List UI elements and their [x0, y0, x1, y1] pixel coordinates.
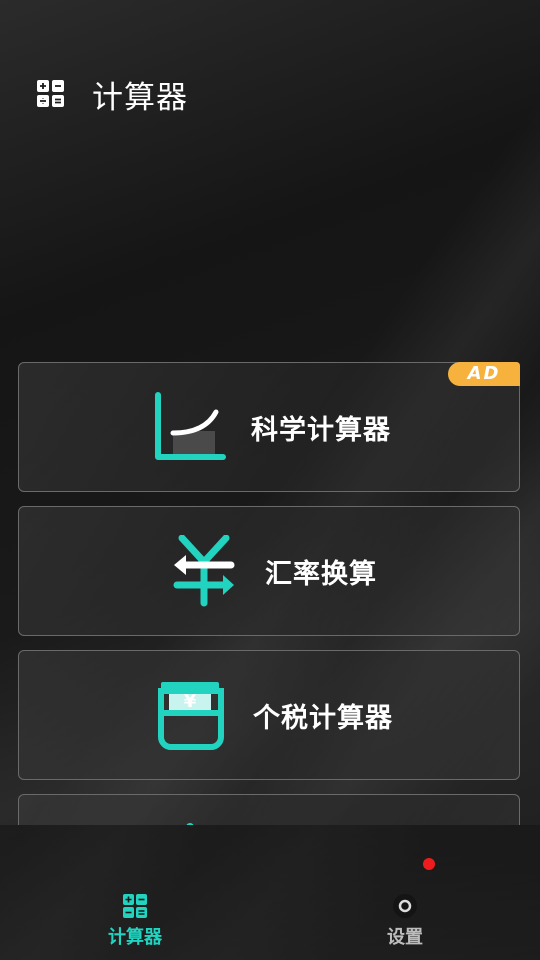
currency-exchange-icon [173, 535, 235, 607]
currency-exchange-card[interactable]: 汇率换算 [18, 506, 520, 636]
tax-calculator-card[interactable]: ¥ 个税计算器 [18, 650, 520, 780]
card-label: 个税计算器 [253, 702, 393, 734]
bottom-tab-bar: 计算器 设置 [0, 825, 540, 960]
tab-label: 计算器 [108, 927, 162, 948]
svg-text:¥: ¥ [184, 691, 197, 712]
calculator-list[interactable]: AD 科学计算器 汇率换算 ¥ 个税计算器 [18, 362, 522, 825]
card-label: 汇率换算 [265, 558, 377, 590]
tab-calculator[interactable]: 计算器 [75, 893, 195, 949]
tab-label: 设置 [387, 927, 423, 948]
tab-settings[interactable]: 设置 [345, 893, 465, 949]
card-label: 科学计算器 [251, 414, 391, 446]
scientific-calculator-card[interactable]: AD 科学计算器 [18, 362, 520, 492]
app-header: 计算器 [36, 70, 188, 118]
more-calculator-card[interactable] [18, 794, 520, 825]
calculator-grid-icon [37, 80, 64, 107]
calculator-grid-icon [123, 894, 147, 918]
notification-dot [423, 858, 435, 870]
curve-graph-icon [155, 392, 226, 460]
page-title: 计算器 [92, 79, 188, 116]
ad-badge: AD [448, 362, 520, 386]
settings-dot-icon [393, 894, 417, 918]
tax-wallet-icon: ¥ [158, 682, 224, 750]
